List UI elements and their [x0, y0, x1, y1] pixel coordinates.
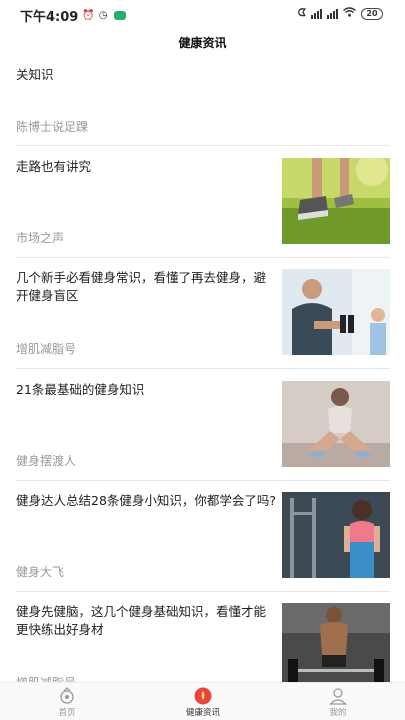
nfc-icon: ᗧ: [297, 8, 306, 19]
battery-icon: 20: [361, 7, 383, 20]
wifi-icon: [343, 7, 356, 20]
divider: [16, 368, 390, 369]
news-item-0[interactable]: 关知识 陈博士说足踝: [16, 66, 390, 136]
news-item-2[interactable]: 几个新手必看健身常识，看懂了再去健身，避开健身盲区 增肌减脂号: [16, 269, 390, 356]
status-bar: 下午4:09 ⏰ ◷ ᗧ 20: [0, 0, 405, 30]
news-thumbnail-stretching: [282, 381, 390, 467]
bottom-tab-bar: 首页 健康资讯 我的: [0, 682, 405, 720]
tab-label: 我的: [329, 708, 347, 718]
news-item-5[interactable]: 健身先健脑，这几个健身基础知识，看懂才能更快练出好身材 增肌减脂号: [16, 603, 390, 682]
news-item-3[interactable]: 21条最基础的健身知识 健身摆渡人: [16, 381, 390, 468]
divider: [16, 257, 390, 258]
divider: [16, 145, 390, 146]
news-icon: [168, 687, 238, 705]
news-title: 几个新手必看健身常识，看懂了再去健身，避开健身盲区: [16, 270, 267, 303]
news-title: 21条最基础的健身知识: [16, 382, 145, 397]
news-source: 增肌减脂号: [16, 674, 76, 682]
clock-icon: ◷: [98, 10, 108, 21]
signal-icon-2: [327, 8, 338, 19]
news-item-1[interactable]: 走路也有讲究 市场之声: [16, 158, 390, 245]
profile-icon: [303, 687, 373, 705]
news-source: 增肌减脂号: [16, 342, 77, 356]
tab-label: 首页: [58, 708, 76, 718]
news-source: 健身摆渡人: [16, 454, 77, 468]
tab-label: 健康资讯: [185, 708, 220, 718]
page-header: 健康资讯: [0, 30, 405, 56]
wechat-icon: [113, 11, 126, 20]
news-source: 市场之声: [16, 231, 65, 245]
news-title: 走路也有讲究: [16, 159, 92, 174]
alarm-icon: ⏰: [82, 10, 95, 21]
news-item-4[interactable]: 健身达人总结28条健身小知识，你都学会了吗? 健身大飞: [16, 492, 390, 579]
news-thumbnail-gym-woman: [282, 492, 390, 578]
tab-home[interactable]: 首页: [32, 687, 102, 718]
news-title: 关知识: [16, 67, 54, 82]
tab-profile[interactable]: 我的: [303, 687, 373, 718]
status-time: 下午4:09: [20, 10, 79, 25]
divider: [16, 591, 390, 592]
news-thumbnail-deadlift: [282, 603, 390, 682]
news-title: 健身先健脑，这几个健身基础知识，看懂才能更快练出好身材: [16, 604, 267, 637]
home-icon: [32, 687, 102, 705]
page-title: 健康资讯: [178, 36, 227, 50]
news-thumbnail-walking: [282, 158, 390, 244]
divider: [16, 480, 390, 481]
tab-health-news[interactable]: 健康资讯: [168, 687, 238, 718]
news-source: 陈博士说足踝: [16, 120, 89, 134]
news-title: 健身达人总结28条健身小知识，你都学会了吗?: [16, 493, 277, 508]
news-thumbnail-gym-dumbbell: [282, 269, 390, 355]
news-feed[interactable]: 关知识 陈博士说足踝 走路也有讲究 市场之声 几个新手必看健身常识，看懂了再去健…: [0, 56, 405, 682]
news-source: 健身大飞: [16, 565, 65, 579]
signal-icon: [311, 8, 322, 19]
